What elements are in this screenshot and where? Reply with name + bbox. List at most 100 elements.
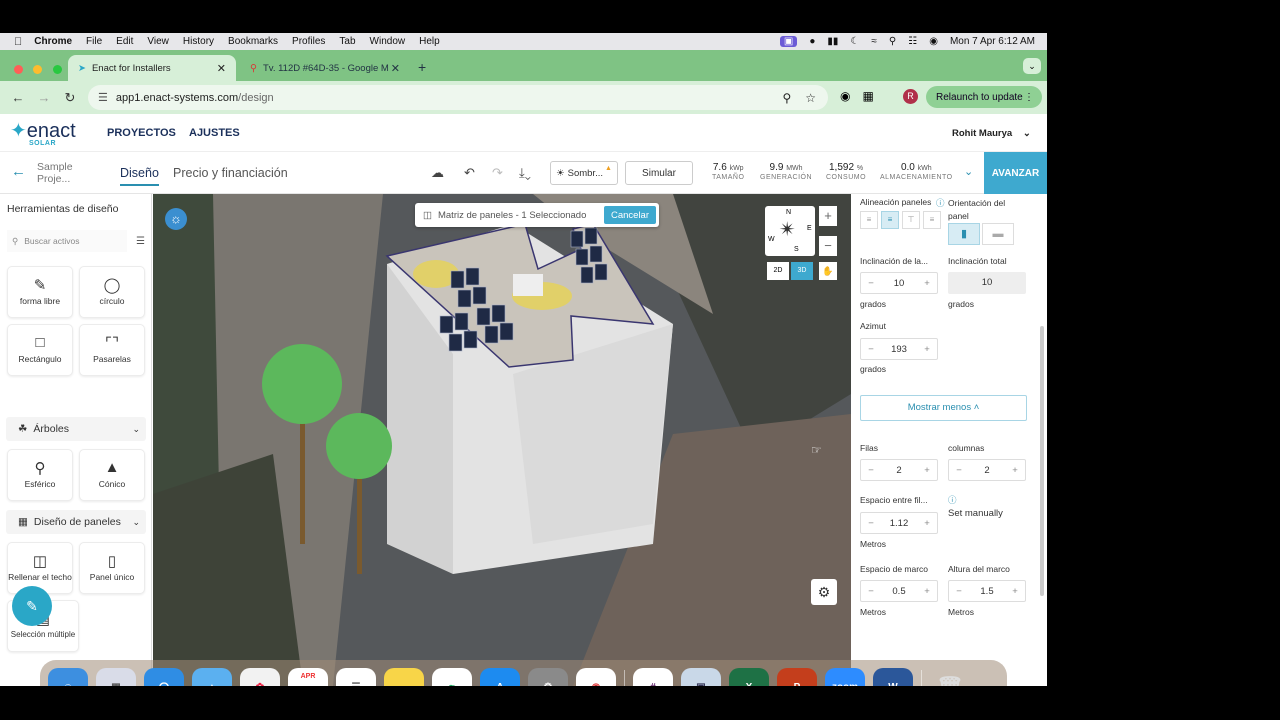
menu-help[interactable]: Help [419,36,440,47]
menubar-clock[interactable]: Mon 7 Apr 6:12 AM [950,36,1035,47]
menu-history[interactable]: History [183,36,214,47]
minus-icon[interactable]: − [861,344,881,355]
minus-icon[interactable]: − [949,586,969,597]
advance-button[interactable]: AVANZAR [984,152,1047,194]
close-tab-icon[interactable]: ✕ [391,62,400,75]
close-tab-icon[interactable]: ✕ [217,62,226,75]
wifi-icon[interactable]: ≈ [871,36,877,47]
maximize-window-button[interactable] [52,65,62,74]
user-menu[interactable]: Rohit Maurya ⌄ [952,128,1031,139]
tilt-stepper[interactable]: − 10 + [860,272,938,294]
download-icon[interactable]: ⤓⌄ [519,165,531,181]
url-field[interactable]: ☰ app1.enact-systems.com/design ⚲ ☆ [88,85,828,110]
site-settings-icon[interactable]: ☰ [98,91,108,104]
extension-icon[interactable]: ◉ [840,89,850,103]
scrollbar[interactable] [1040,326,1044,596]
section-panel-design[interactable]: ▦ Diseño de paneles ⌄ [6,510,146,534]
minus-icon[interactable]: − [861,278,881,289]
freeform-app-icon[interactable]: ≈ [432,667,472,686]
align-right-button[interactable]: ≡ [923,211,941,229]
portrait-orientation-button[interactable]: ▮ [948,223,980,245]
zoom-icon[interactable]: ⚲ [782,91,791,105]
puzzle-extensions-icon[interactable]: ▦ [862,89,873,103]
grammarly-icon[interactable]: ● [809,36,815,47]
tool-conical-tree[interactable]: ▲ Cónico [79,449,145,501]
shade-button[interactable]: ☀ Sombr... ▲ [550,161,618,185]
plus-icon[interactable]: + [917,465,937,476]
minus-icon[interactable]: − [949,465,969,476]
tool-walkways[interactable]: ⌜⌝ Pasarelas [79,324,145,376]
launchpad-icon[interactable]: ▦ [96,667,136,686]
redo-icon[interactable]: ↷ [492,165,503,181]
menu-tab[interactable]: Tab [339,36,355,47]
tool-single-panel[interactable]: ▯ Panel único [79,542,145,594]
relaunch-button[interactable]: Relaunch to update ⋮ [926,86,1042,108]
columns-stepper[interactable]: − 2 + [948,459,1026,481]
screen-share-icon[interactable]: ▣ [779,36,798,47]
menu-bookmarks[interactable]: Bookmarks [228,36,278,47]
rows-stepper[interactable]: − 2 + [860,459,938,481]
chrome-icon[interactable]: ◉ [576,667,616,686]
preview-icon[interactable]: ▣ [681,667,721,686]
design-canvas-3d[interactable]: ☼ ◫ Matriz de paneles - 1 Seleccionado C… [153,194,851,686]
control-center-icon[interactable]: ☷ [908,36,917,47]
reload-icon[interactable]: ↻ [62,90,78,106]
frame-spacing-stepper[interactable]: −0.5 + [860,580,938,602]
word-icon[interactable]: W [873,667,913,686]
minus-icon[interactable]: − [861,465,881,476]
align-center-button[interactable]: ≡ [881,211,899,229]
menu-file[interactable]: File [86,36,102,47]
menu-edit[interactable]: Edit [116,36,133,47]
forward-arrow-icon[interactable]: → [36,90,52,105]
plus-icon[interactable]: + [917,278,937,289]
section-trees[interactable]: ☘ Árboles ⌄ [6,417,146,441]
tool-freeform[interactable]: ✎ forma libre [7,266,73,318]
tool-fill-roof[interactable]: ◫ Rellenar el techo [7,542,73,594]
safari-icon[interactable]: ⨀ [144,667,184,686]
maps-icon[interactable]: ▲ [192,667,232,686]
menu-window[interactable]: Window [370,36,406,47]
battery-icon[interactable]: ▮▮ [827,36,838,47]
apple-icon[interactable]:  [14,36,22,48]
list-view-icon[interactable]: ☰ [136,236,145,247]
calendar-icon[interactable]: APR 7 [288,667,328,686]
plus-icon[interactable]: + [917,586,937,597]
back-arrow-icon[interactable]: ← [11,163,26,180]
bookmark-star-icon[interactable]: ☆ [805,91,816,105]
enact-logo[interactable]: ✦enact SOLAR [10,118,76,147]
zoom-out-button[interactable]: − [819,236,837,256]
tab-diseno[interactable]: Diseño [120,166,159,186]
notes-icon[interactable]: ▬ [384,667,424,686]
reminders-icon[interactable]: ☰ [336,667,376,686]
nav-ajustes[interactable]: AJUSTES [189,127,240,139]
nav-proyectos[interactable]: PROYECTOS [107,127,176,139]
menu-profiles[interactable]: Profiles [292,36,325,47]
cloud-save-icon[interactable]: ☁ [431,165,444,181]
minus-icon[interactable]: − [861,518,881,529]
siri-icon[interactable]: ◉ [929,36,938,47]
system-settings-icon[interactable]: ⚙ [528,667,568,686]
tab-google-maps[interactable]: ⚲ Tv. 112D #64D-35 - Google M ✕ [240,55,410,81]
tab-enact[interactable]: ➤ Enact for Installers ✕ [68,55,236,81]
azimuth-stepper[interactable]: −193 + [860,338,938,360]
simulate-button[interactable]: Simular [625,161,693,185]
tool-rectangle[interactable]: □ Rectángulo [7,324,73,376]
globe-icon[interactable]: ☼ [165,208,187,230]
map-settings-gear-icon[interactable]: ⚙ [811,579,837,605]
tab-precio[interactable]: Precio y financiación [173,166,288,180]
photos-icon[interactable]: ✿ [240,667,280,686]
tool-spherical-tree[interactable]: ⚲ Esférico [7,449,73,501]
profile-avatar[interactable]: R [903,89,918,104]
slack-icon[interactable]: # [633,667,673,686]
zoom-in-button[interactable]: + [819,206,837,226]
focus-moon-icon[interactable]: ☾ [850,36,859,47]
view-3d-button[interactable]: 3D [791,262,813,280]
tab-search-chevron-icon[interactable]: ⌄ [1023,58,1041,74]
minus-icon[interactable]: − [861,586,881,597]
powerpoint-icon[interactable]: P [777,667,817,686]
menu-view[interactable]: View [147,36,169,47]
minimize-window-button[interactable] [33,65,43,74]
chat-support-button[interactable]: ✎ [12,586,52,626]
show-less-button[interactable]: Mostrar menos ˄ [860,395,1027,421]
view-2d-button[interactable]: 2D [767,262,789,280]
